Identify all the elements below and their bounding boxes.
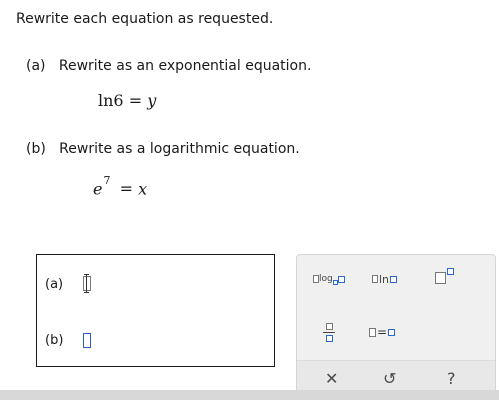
- instructions: Rewrite each equation as requested.: [16, 11, 274, 27]
- superscript-button[interactable]: [435, 267, 454, 284]
- part-a-label: (a): [26, 58, 46, 74]
- part-a-prompt: (a) Rewrite as an exponential equation.: [26, 58, 311, 74]
- fraction-bar: [323, 332, 335, 334]
- equals-rhs-box-icon: [388, 328, 396, 336]
- ln-template-button[interactable]: ln: [372, 272, 398, 286]
- superscript-icon: [435, 272, 446, 284]
- part-a-text: Rewrite as an exponential equation.: [58, 58, 312, 74]
- answer-label-a: (a): [45, 277, 64, 292]
- math-toolbar: log ln = ✕ ↺ ?: [296, 254, 496, 394]
- clear-icon[interactable]: ✕: [325, 369, 338, 388]
- equation-b-op: =: [119, 179, 133, 199]
- answer-label-b: (b): [45, 333, 64, 348]
- part-b-prompt: (b) Rewrite as a logarithmic equation.: [26, 141, 300, 157]
- ln-arg-box-icon: [390, 275, 398, 283]
- part-b-label: (b): [26, 141, 46, 157]
- answer-input-b[interactable]: [83, 333, 91, 348]
- log-arg-box-icon: [337, 275, 345, 283]
- toolbar-action-row: ✕ ↺ ?: [297, 360, 495, 394]
- part-b-text: Rewrite as a logarithmic equation.: [59, 141, 300, 157]
- equation-b-base: e: [93, 179, 103, 199]
- equation-b-exponent: 7: [103, 174, 111, 187]
- answer-row-b: (b): [45, 333, 63, 348]
- equation-a: ln6 = y: [98, 91, 156, 110]
- equals-button[interactable]: =: [369, 325, 396, 339]
- answer-row-a: (a): [45, 277, 63, 292]
- fraction-button[interactable]: [323, 323, 335, 343]
- log-template-button[interactable]: log: [313, 272, 345, 285]
- text-cursor-icon: [84, 274, 89, 293]
- equals-icon: [369, 327, 376, 337]
- equation-a-lhs: ln6: [98, 91, 124, 110]
- fraction-icon: [325, 323, 333, 330]
- log-text: log: [319, 274, 333, 284]
- equation-b-rhs: x: [138, 179, 148, 199]
- answer-box: (a) (b): [36, 254, 275, 367]
- equation-a-rhs: y: [147, 91, 157, 110]
- equals-text: =: [377, 325, 388, 339]
- ln-template-icon: [372, 275, 378, 283]
- answer-input-a[interactable]: [83, 274, 91, 293]
- help-icon[interactable]: ?: [447, 369, 456, 388]
- ln-text: ln: [379, 272, 390, 286]
- bottom-bar: [0, 390, 499, 400]
- superscript-box-icon: [447, 267, 454, 275]
- equation-a-op: =: [128, 91, 143, 110]
- equation-b: e7 = x: [93, 174, 148, 199]
- undo-icon[interactable]: ↺: [383, 369, 396, 388]
- fraction-denominator-icon: [325, 335, 333, 343]
- log-base-box-icon: [332, 279, 338, 285]
